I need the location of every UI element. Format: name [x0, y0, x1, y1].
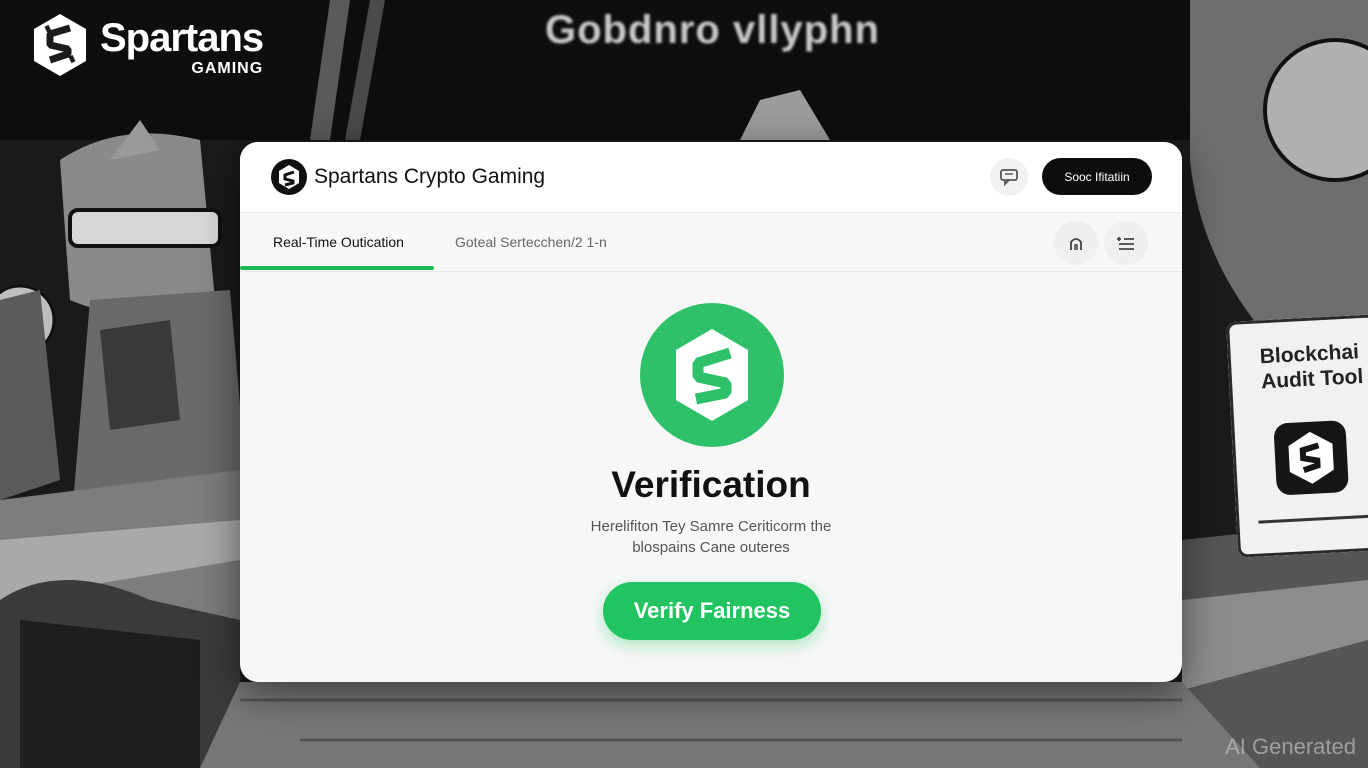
verification-card: Spartans Crypto Gaming Sooc Ifitatiin Re… [240, 142, 1182, 682]
audit-sign-divider [1258, 514, 1368, 524]
description: Herelifiton Tey Samre Ceriticorm the blo… [240, 516, 1182, 558]
spartans-hero-logo-icon [640, 303, 784, 447]
certification-button[interactable]: Sooc Ifitatiin [1042, 158, 1152, 195]
background-banner-text: Gobdnro vllyphn [545, 8, 880, 52]
ai-generated-watermark: AI Generated [1225, 734, 1356, 759]
chat-icon [1000, 169, 1018, 186]
home-icon [1070, 238, 1082, 250]
brand: Spartans GAMING [32, 12, 264, 78]
app-title: Spartans Crypto Gaming [314, 165, 546, 188]
spartans-logo-icon [271, 159, 307, 195]
audit-tool-sign: Blockchai Audit Tool [1225, 314, 1368, 558]
tab-bar: Real-Time Outication Goteal Sertecchen/2… [240, 213, 1182, 272]
list-icon [1117, 237, 1134, 250]
audit-sign-title: Blockchai Audit Tool [1259, 340, 1364, 394]
spartans-logo-icon [1274, 420, 1349, 495]
chat-button[interactable] [990, 158, 1028, 196]
spartans-logo-icon [34, 14, 86, 76]
tab-general[interactable]: Goteal Sertecchen/2 1-n [455, 213, 607, 271]
verify-fairness-button[interactable]: Verify Fairness [603, 582, 821, 640]
tab-real-time[interactable]: Real-Time Outication [273, 213, 404, 271]
active-tab-indicator [240, 266, 434, 270]
home-button[interactable] [1054, 221, 1098, 265]
brand-name: Spartans [100, 16, 264, 60]
description-line-1: Herelifiton Tey Samre Ceriticorm the [590, 518, 832, 535]
app-header: Spartans Crypto Gaming Sooc Ifitatiin [240, 142, 1182, 213]
list-button[interactable] [1104, 221, 1148, 265]
description-line-2: blospains Cane outeres [632, 539, 790, 556]
page-title: Verification [611, 464, 811, 505]
